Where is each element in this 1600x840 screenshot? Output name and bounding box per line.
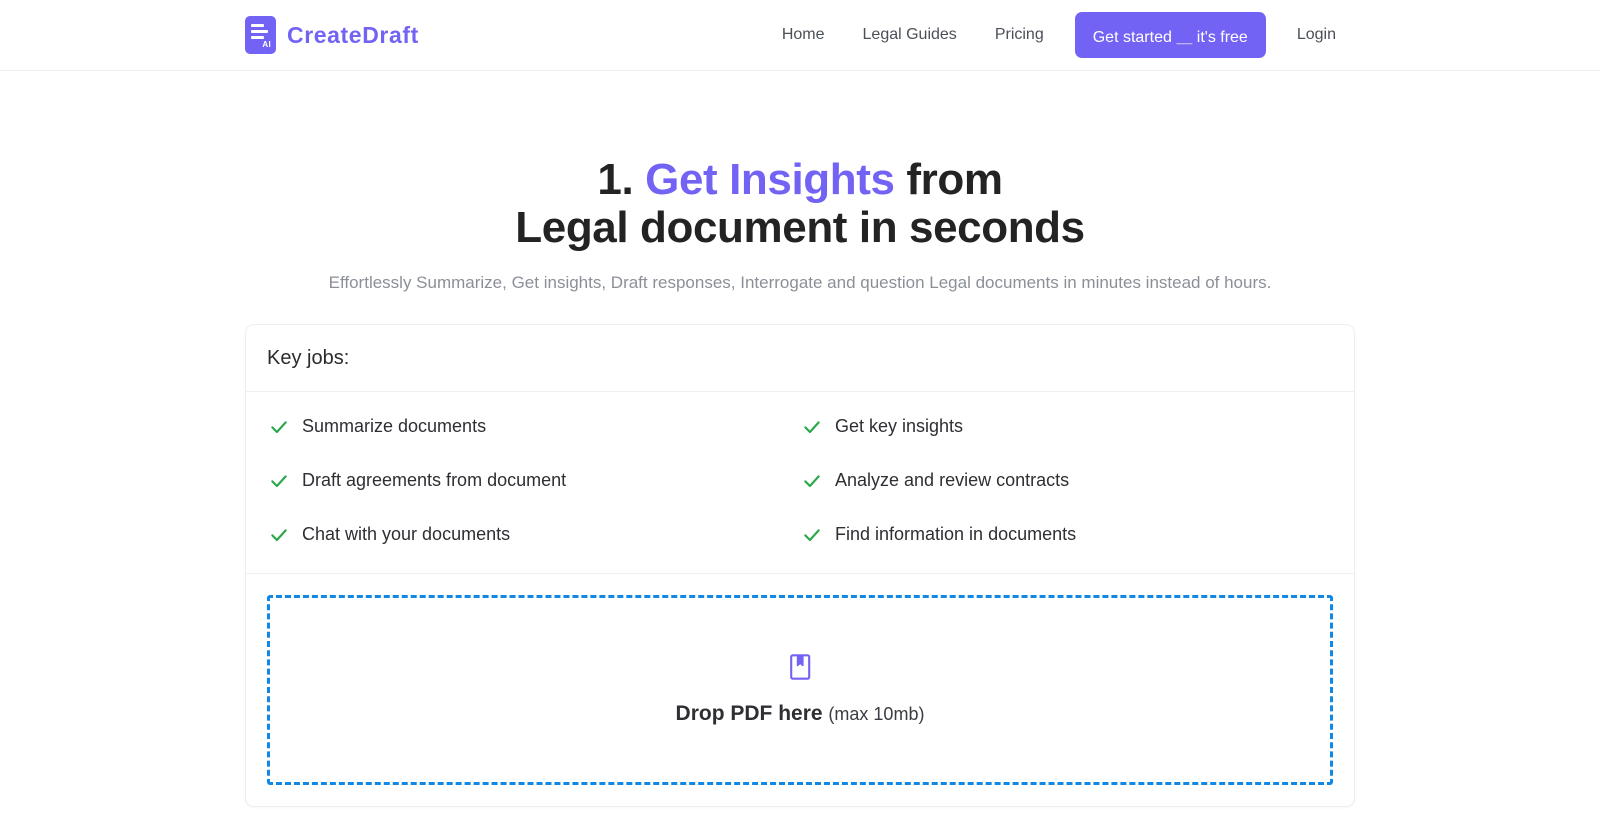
list-item-label: Get key insights bbox=[835, 416, 964, 437]
list-item-label: Summarize documents bbox=[302, 416, 487, 437]
key-jobs-title: Key jobs: bbox=[267, 347, 350, 370]
pdf-dropzone[interactable]: Drop PDF here (max 10mb) bbox=[267, 595, 1333, 786]
dropzone-size-hint: (max 10mb) bbox=[828, 704, 925, 725]
main-nav: Home Legal Guides Pricing Get started ＿ … bbox=[763, 12, 1355, 58]
key-jobs-list: Summarize documents Get key insights Dra… bbox=[246, 392, 1354, 575]
headline-rest: from bbox=[894, 155, 1003, 204]
headline-accent: Get Insights bbox=[645, 155, 895, 204]
list-item: Chat with your documents bbox=[267, 519, 800, 550]
site-header: AI CreateDraft Home Legal Guides Pricing… bbox=[0, 0, 1600, 71]
list-item: Get key insights bbox=[800, 411, 1333, 442]
list-item-label: Draft agreements from document bbox=[302, 470, 567, 491]
page-title: 1. Get Insights from Legal document in s… bbox=[0, 156, 1600, 251]
brand-name: CreateDraft bbox=[287, 21, 419, 48]
list-item-label: Find information in documents bbox=[835, 524, 1077, 545]
dropzone-wrapper: Drop PDF here (max 10mb) bbox=[246, 574, 1354, 806]
book-icon bbox=[790, 654, 811, 680]
list-item: Draft agreements from document bbox=[267, 465, 800, 496]
headline-line-two: Legal document in seconds bbox=[515, 202, 1085, 252]
check-icon bbox=[804, 528, 820, 541]
list-item-label: Chat with your documents bbox=[302, 524, 511, 545]
card-header: Key jobs: bbox=[246, 325, 1354, 393]
check-icon bbox=[804, 474, 820, 487]
check-icon bbox=[804, 420, 820, 433]
dropzone-main-text: Drop PDF here bbox=[675, 702, 823, 726]
list-item: Analyze and review contracts bbox=[800, 465, 1333, 496]
hero-subtitle: Effortlessly Summarize, Get insights, Dr… bbox=[328, 273, 1272, 293]
createdraft-logo-icon: AI bbox=[245, 16, 276, 54]
dropzone-text: Drop PDF here (max 10mb) bbox=[676, 702, 925, 726]
nav-link-pricing[interactable]: Pricing bbox=[976, 27, 1063, 43]
nav-link-home[interactable]: Home bbox=[763, 27, 844, 43]
headline-number: 1. bbox=[597, 155, 646, 204]
hero-section: 1. Get Insights from Legal document in s… bbox=[0, 71, 1600, 293]
nav-link-login[interactable]: Login bbox=[1278, 27, 1355, 43]
check-icon bbox=[271, 474, 287, 487]
check-icon bbox=[271, 528, 287, 541]
brand-logo[interactable]: AI CreateDraft bbox=[245, 16, 419, 54]
logo-ai-badge: AI bbox=[262, 40, 271, 49]
nav-link-legal-guides[interactable]: Legal Guides bbox=[844, 27, 976, 43]
key-jobs-card: Key jobs: Summarize documents Get key in… bbox=[245, 324, 1355, 808]
list-item: Summarize documents bbox=[267, 411, 800, 442]
get-started-button[interactable]: Get started ＿ it's free bbox=[1074, 12, 1266, 58]
list-item: Find information in documents bbox=[800, 519, 1333, 550]
list-item-label: Analyze and review contracts bbox=[835, 470, 1070, 491]
check-icon bbox=[271, 420, 287, 433]
